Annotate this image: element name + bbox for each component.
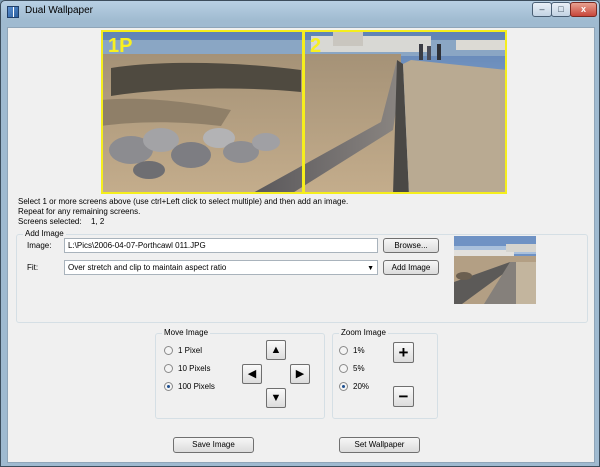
zoom-1-percent-radio[interactable] (339, 346, 348, 355)
move-100-pixels-label[interactable]: 100 Pixels (178, 382, 215, 391)
screen-1-label: 1P (108, 35, 133, 57)
move-100-pixels-radio[interactable] (164, 382, 173, 391)
maximize-button[interactable]: □ (551, 2, 571, 17)
fit-dropdown-value: Over stretch and clip to maintain aspect… (68, 263, 227, 272)
image-path-field[interactable]: L:\Pics\2006-04-07-Porthcawl 011.JPG (64, 238, 378, 253)
zoom-20-percent-label[interactable]: 20% (353, 382, 369, 391)
save-image-button[interactable]: Save Image (173, 437, 254, 453)
title-bar[interactable]: Dual Wallpaper – □ x (1, 1, 599, 23)
wallpaper-preview[interactable]: 1P 2 (101, 30, 507, 194)
screen-1-frame[interactable]: 1P (101, 30, 304, 194)
screens-selected-label: Screens selected: (18, 217, 82, 226)
zoom-1-percent-label[interactable]: 1% (353, 346, 365, 355)
add-image-group-title: Add Image (23, 229, 66, 238)
arrow-right-icon: ▶ (295, 368, 305, 380)
set-wallpaper-button[interactable]: Set Wallpaper (339, 437, 420, 453)
move-1-pixel-radio[interactable] (164, 346, 173, 355)
zoom-image-group-title: Zoom Image (339, 328, 388, 337)
image-label: Image: (27, 241, 52, 250)
fit-label: Fit: (27, 263, 39, 272)
zoom-20-percent-radio[interactable] (339, 382, 348, 391)
add-image-button[interactable]: Add Image (383, 260, 439, 275)
window-title: Dual Wallpaper (25, 5, 93, 16)
move-10-pixels-radio[interactable] (164, 364, 173, 373)
instruction-line-2: Repeat for any remaining screens. (18, 207, 141, 216)
screen-2-frame[interactable]: 2 (303, 30, 507, 194)
zoom-in-button[interactable]: + (393, 342, 414, 363)
zoom-image-group: Zoom Image 1% 5% 20% + − (332, 328, 438, 419)
plus-icon: + (398, 343, 409, 362)
move-image-group: Move Image 1 Pixel 10 Pixels 100 Pixels … (155, 328, 325, 419)
move-left-button[interactable]: ◀ (242, 364, 262, 384)
close-button[interactable]: x (570, 2, 597, 17)
zoom-out-button[interactable]: − (393, 386, 414, 407)
instruction-line-1: Select 1 or more screens above (use ctrl… (18, 197, 349, 206)
arrow-down-icon: ▼ (270, 392, 282, 404)
arrow-left-icon: ◀ (247, 368, 257, 380)
main-panel: 1P 2 Select 1 or more screens above (use… (7, 27, 595, 463)
browse-button[interactable]: Browse... (383, 238, 439, 253)
zoom-5-percent-label[interactable]: 5% (353, 364, 365, 373)
move-1-pixel-label[interactable]: 1 Pixel (178, 346, 202, 355)
move-right-button[interactable]: ▶ (290, 364, 310, 384)
minimize-button[interactable]: – (532, 2, 552, 17)
screen-2-label: 2 (310, 35, 322, 57)
app-window: Dual Wallpaper – □ x 1P 2 Select 1 or mo… (0, 0, 600, 467)
fit-dropdown[interactable]: Over stretch and clip to maintain aspect… (64, 260, 378, 275)
move-down-button[interactable]: ▼ (266, 388, 286, 408)
screens-selected-value: 1, 2 (91, 217, 105, 226)
app-icon (7, 6, 19, 18)
move-image-group-title: Move Image (162, 328, 211, 337)
zoom-5-percent-radio[interactable] (339, 364, 348, 373)
thumbnail-photo (454, 236, 536, 304)
image-thumbnail (454, 236, 536, 304)
chevron-down-icon: ▼ (367, 265, 374, 272)
move-up-button[interactable]: ▲ (266, 340, 286, 360)
minus-icon: − (398, 387, 409, 406)
move-10-pixels-label[interactable]: 10 Pixels (178, 364, 210, 373)
arrow-up-icon: ▲ (270, 344, 282, 356)
